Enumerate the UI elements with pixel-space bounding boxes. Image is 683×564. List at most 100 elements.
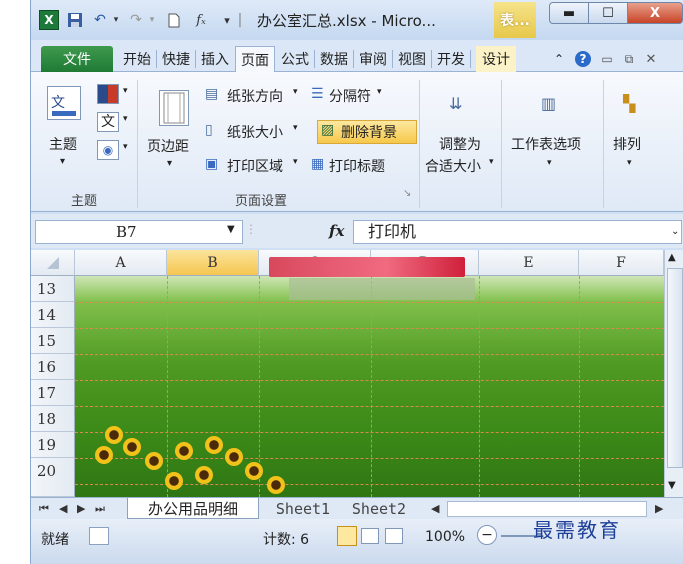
- sheet-options-button[interactable]: 工作表选项: [511, 134, 581, 154]
- theme-effects-icon[interactable]: ◉: [97, 140, 119, 160]
- zoom-level[interactable]: 100%: [425, 529, 465, 545]
- sheet-options-icon[interactable]: ▥: [541, 94, 556, 113]
- tab-home[interactable]: 开始: [119, 46, 155, 72]
- page-layout-view-icon[interactable]: [361, 528, 379, 544]
- group-label-themes: 主题: [71, 194, 98, 209]
- formula-input[interactable]: 打印机: [353, 220, 682, 244]
- row-header[interactable]: 17: [31, 380, 75, 406]
- arrange-dropdown-icon[interactable]: ▾: [627, 158, 632, 168]
- vertical-scrollbar[interactable]: ▲ ▼: [664, 250, 683, 497]
- minimize-ribbon-icon[interactable]: ⌃: [551, 46, 567, 72]
- help-icon[interactable]: ?: [573, 46, 593, 72]
- margins-dropdown-icon[interactable]: ▾: [167, 158, 172, 169]
- page-setup-launcher-icon[interactable]: ↘: [403, 188, 411, 199]
- arrange-icon[interactable]: ▚: [623, 94, 635, 113]
- row-header[interactable]: 15: [31, 328, 75, 354]
- formula-cancel-icon[interactable]: ⋮: [245, 222, 257, 236]
- minimize-button[interactable]: ▬: [549, 2, 589, 24]
- table-tools-context-tab[interactable]: 表...: [494, 2, 536, 38]
- sheet-tab[interactable]: Sheet1: [267, 498, 339, 519]
- tab-review[interactable]: 审阅: [355, 46, 391, 72]
- hscroll-left-icon[interactable]: ◀: [431, 502, 439, 515]
- scale-to-fit-dropdown-icon[interactable]: ▾: [489, 157, 494, 167]
- row-header[interactable]: 18: [31, 406, 75, 432]
- workbook-close-icon[interactable]: ✕: [643, 46, 659, 72]
- row-header[interactable]: 14: [31, 302, 75, 328]
- theme-colors-icon[interactable]: [97, 84, 119, 104]
- print-titles-button[interactable]: 打印标题: [329, 156, 385, 176]
- zoom-out-button[interactable]: −: [477, 525, 497, 545]
- sheet-tab[interactable]: Sheet2: [343, 498, 415, 519]
- expand-formula-bar-icon[interactable]: ⌄: [671, 226, 679, 237]
- tab-shortcuts[interactable]: 快捷: [158, 46, 194, 72]
- save-icon[interactable]: [65, 9, 85, 31]
- scroll-up-icon[interactable]: ▲: [668, 252, 676, 263]
- tab-page-layout[interactable]: 页面: [235, 46, 275, 73]
- row-header[interactable]: 19: [31, 432, 75, 458]
- tab-design[interactable]: 设计: [476, 46, 516, 72]
- name-box-dropdown-icon[interactable]: ▼: [227, 224, 235, 235]
- orientation-dropdown-icon[interactable]: ▾: [293, 87, 298, 97]
- scale-to-fit-line1[interactable]: 调整为: [439, 134, 481, 154]
- workbook-restore-icon[interactable]: ⧉: [621, 46, 637, 72]
- row-header[interactable]: 20: [31, 458, 75, 497]
- themes-dropdown-icon[interactable]: ▾: [60, 156, 65, 167]
- column-header-f[interactable]: F: [579, 250, 664, 276]
- theme-fonts-icon[interactable]: 文: [97, 112, 119, 132]
- normal-view-icon[interactable]: [337, 526, 357, 546]
- column-header-e[interactable]: E: [479, 250, 579, 276]
- tab-developer[interactable]: 开发: [433, 46, 469, 72]
- prev-sheet-icon[interactable]: ◀: [59, 502, 67, 515]
- macro-record-icon[interactable]: [89, 527, 109, 545]
- insert-function-icon[interactable]: fₓ: [191, 9, 211, 31]
- tab-insert[interactable]: 插入: [197, 46, 233, 72]
- print-area-button[interactable]: 打印区域: [227, 156, 283, 176]
- scale-to-fit-line2[interactable]: 合适大小: [425, 156, 481, 176]
- scale-to-fit-icon[interactable]: ⇊: [449, 94, 462, 113]
- themes-button[interactable]: 主题: [49, 134, 77, 154]
- redo-dropdown-icon[interactable]: ▾: [147, 9, 157, 31]
- column-header-b[interactable]: B: [167, 250, 259, 276]
- theme-fonts-dropdown-icon[interactable]: ▾: [123, 114, 128, 124]
- breaks-button[interactable]: 分隔符: [329, 86, 371, 106]
- workbook-minimize-icon[interactable]: ▭: [599, 46, 615, 72]
- theme-effects-dropdown-icon[interactable]: ▾: [123, 142, 128, 152]
- row-header[interactable]: 13: [31, 276, 75, 302]
- tab-file[interactable]: 文件: [41, 46, 113, 72]
- breaks-dropdown-icon[interactable]: ▾: [377, 87, 382, 97]
- redo-icon[interactable]: ↷: [125, 9, 147, 31]
- sheet-options-dropdown-icon[interactable]: ▾: [547, 158, 552, 168]
- select-all-corner[interactable]: [31, 250, 75, 276]
- margins-button[interactable]: 页边距: [147, 136, 189, 156]
- first-sheet-icon[interactable]: ⏮: [39, 502, 49, 516]
- orientation-button[interactable]: 纸张方向: [227, 86, 283, 106]
- theme-colors-dropdown-icon[interactable]: ▾: [123, 86, 128, 96]
- insert-function-button[interactable]: fx: [329, 222, 344, 240]
- undo-icon[interactable]: ↶: [89, 9, 111, 31]
- margins-icon[interactable]: [159, 90, 189, 126]
- excel-app-icon[interactable]: X: [39, 10, 59, 30]
- row-header[interactable]: 16: [31, 354, 75, 380]
- close-button[interactable]: X: [627, 2, 683, 24]
- hscroll-right-icon[interactable]: ▶: [655, 502, 663, 515]
- sheet-tab-active[interactable]: 办公用品明细: [127, 498, 259, 519]
- tab-data[interactable]: 数据: [316, 46, 352, 72]
- size-button[interactable]: 纸张大小: [227, 122, 283, 142]
- last-sheet-icon[interactable]: ⏭: [95, 502, 105, 516]
- undo-dropdown-icon[interactable]: ▾: [111, 9, 121, 31]
- page-break-preview-icon[interactable]: [385, 528, 403, 544]
- size-dropdown-icon[interactable]: ▾: [293, 123, 298, 133]
- maximize-button[interactable]: ☐: [588, 2, 628, 24]
- tab-formulas[interactable]: 公式: [277, 46, 313, 72]
- tab-view[interactable]: 视图: [394, 46, 430, 72]
- column-header-a[interactable]: A: [75, 250, 167, 276]
- name-box[interactable]: B7: [35, 220, 243, 244]
- themes-icon[interactable]: 文: [47, 86, 81, 120]
- customize-toolbar-icon[interactable]: ▾: [217, 9, 237, 31]
- print-area-dropdown-icon[interactable]: ▾: [293, 157, 298, 167]
- next-sheet-icon[interactable]: ▶: [77, 502, 85, 515]
- scroll-down-icon[interactable]: ▼: [668, 480, 676, 491]
- new-document-icon[interactable]: [165, 9, 183, 31]
- arrange-button[interactable]: 排列: [613, 134, 641, 154]
- scroll-thumb[interactable]: [667, 268, 683, 468]
